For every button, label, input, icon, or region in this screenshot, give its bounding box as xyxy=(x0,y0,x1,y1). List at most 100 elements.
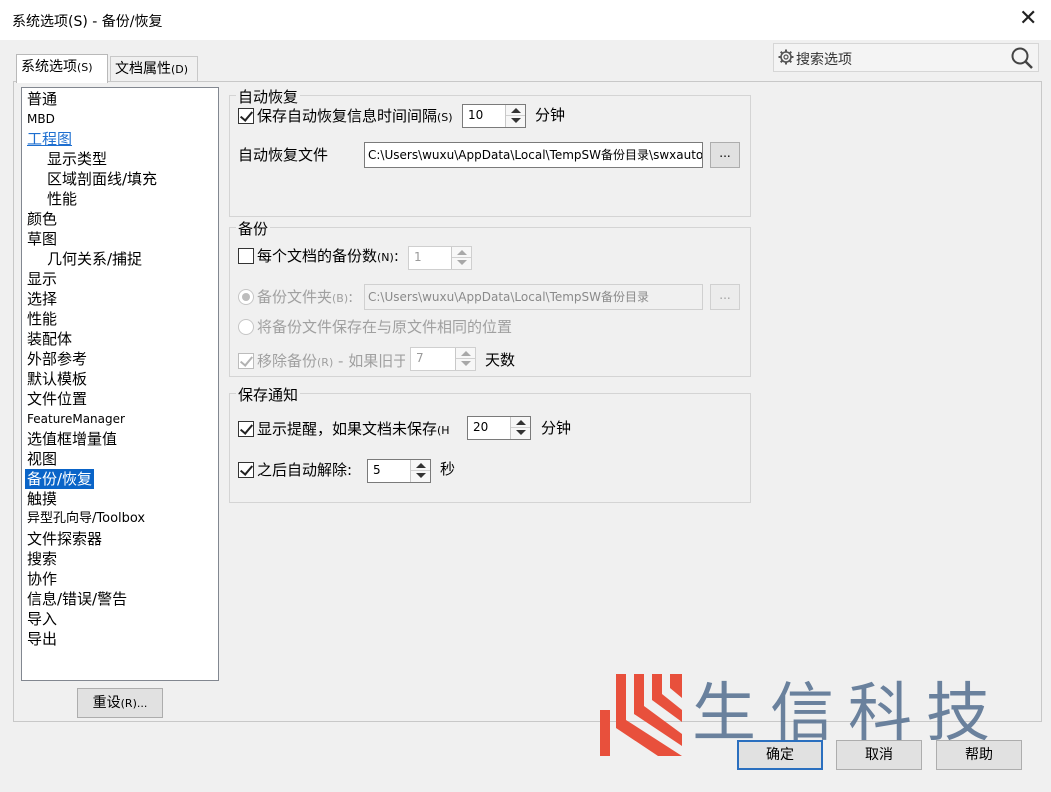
stepper-arrows[interactable] xyxy=(451,247,471,269)
stepper-arrows[interactable] xyxy=(410,460,430,482)
tree-item-performance[interactable]: 性能 xyxy=(27,309,57,329)
stepper-up-icon[interactable] xyxy=(461,351,471,356)
backup-same-location-radio[interactable] xyxy=(238,319,254,335)
tree-item-collaboration[interactable]: 协作 xyxy=(27,569,57,589)
search-options-box[interactable]: 搜索选项 xyxy=(773,43,1039,72)
help-button[interactable]: 帮助 xyxy=(936,740,1022,770)
tree-item-colors[interactable]: 颜色 xyxy=(27,209,57,229)
tree-item-file-locations[interactable]: 文件位置 xyxy=(27,389,87,409)
autorecover-label-text: 保存自动恢复信息时间间隔 xyxy=(257,107,438,125)
autorecover-file-label: 自动恢复文件 xyxy=(238,146,329,164)
remove-backups-days-stepper[interactable]: 7 xyxy=(410,347,476,371)
tab-key: (D) xyxy=(171,63,189,76)
window-title: 系统选项(S) - 备份/恢复 xyxy=(12,14,163,30)
backup-folder-field[interactable]: C:\Users\wuxu\AppData\Local\TempSW备份目录 xyxy=(364,284,703,310)
stepper-down-icon[interactable] xyxy=(511,118,521,123)
autorecover-browse-button[interactable]: ... xyxy=(710,142,740,168)
autorecover-label: 保存自动恢复信息时间间隔(S) xyxy=(257,106,453,128)
tree-item-touch[interactable]: 触摸 xyxy=(27,489,57,509)
close-icon[interactable]: ✕ xyxy=(1019,8,1037,30)
stepper-arrows[interactable] xyxy=(505,105,525,127)
backup-count-checkbox[interactable] xyxy=(238,248,254,264)
backup-count-label-key: (N) xyxy=(377,251,394,264)
backup-folder-browse-button[interactable]: ... xyxy=(710,284,740,310)
backup-folder-label: 备份文件夹(B): xyxy=(257,288,354,306)
remove-backups-label-key: (R) xyxy=(317,356,334,369)
tab-system-options[interactable]: 系统选项(S) xyxy=(16,54,108,83)
save-reminder-checkbox[interactable] xyxy=(238,421,254,437)
backup-count-value[interactable]: 1 xyxy=(414,250,422,264)
tree-item-search[interactable]: 搜索 xyxy=(27,549,57,569)
tree-item-featuremanager[interactable]: FeatureManager xyxy=(27,409,125,429)
auto-dismiss-value[interactable]: 5 xyxy=(373,463,381,477)
autorecover-interval-stepper[interactable]: 10 xyxy=(462,104,526,128)
title-bar: 系统选项(S) - 备份/恢复 ✕ xyxy=(0,0,1051,40)
save-reminder-label-key: (H xyxy=(437,424,450,437)
save-reminder-stepper[interactable]: 20 xyxy=(467,416,531,440)
autorecover-label-key: (S) xyxy=(437,111,453,124)
autorecover-interval-unit: 分钟 xyxy=(535,106,566,124)
tree-item-sketch[interactable]: 草图 xyxy=(27,229,57,249)
tree-item-display-style[interactable]: 显示类型 xyxy=(47,149,107,169)
reset-key: (R)... xyxy=(120,697,148,710)
options-tree[interactable]: 普通 MBD 工程图 显示类型 区域剖面线/填充 性能 颜色 草图 几何关系/捕… xyxy=(21,87,219,681)
autorecover-checkbox[interactable] xyxy=(238,108,254,124)
magnifier-icon[interactable] xyxy=(1010,46,1034,70)
reset-label: 重设 xyxy=(92,695,121,711)
autorecover-file-field[interactable]: C:\Users\wuxu\AppData\Local\TempSW备份目录\s… xyxy=(364,142,703,168)
backup-count-stepper[interactable]: 1 xyxy=(408,246,472,270)
stepper-up-icon[interactable] xyxy=(416,463,426,468)
backup-folder-radio[interactable] xyxy=(238,289,254,305)
tree-item-backup-recover[interactable]: 备份/恢复 xyxy=(25,469,95,489)
search-input[interactable]: 搜索选项 xyxy=(796,49,852,69)
stepper-arrows[interactable] xyxy=(510,417,530,439)
stepper-up-icon[interactable] xyxy=(457,250,467,255)
auto-dismiss-checkbox[interactable] xyxy=(238,462,254,478)
stepper-up-icon[interactable] xyxy=(511,108,521,113)
tree-item-drawing-performance[interactable]: 性能 xyxy=(47,189,77,209)
remove-backups-label-text: 移除备份 xyxy=(257,352,318,370)
stepper-down-icon[interactable] xyxy=(461,361,471,366)
tree-item-default-templates[interactable]: 默认模板 xyxy=(27,369,87,389)
tree-item-drawings[interactable]: 工程图 xyxy=(27,129,72,149)
remove-backups-days-unit: 天数 xyxy=(485,351,516,369)
backup-group-label: 备份 xyxy=(236,218,271,239)
tree-item-import[interactable]: 导入 xyxy=(27,609,57,629)
remove-backups-label: 移除备份(R) - 如果旧于 xyxy=(257,351,405,373)
tree-item-external-references[interactable]: 外部参考 xyxy=(27,349,87,369)
tree-item-file-explorer[interactable]: 文件探索器 xyxy=(27,529,102,549)
stepper-down-icon[interactable] xyxy=(516,430,526,435)
ok-button[interactable]: 确定 xyxy=(737,740,823,770)
stepper-arrows[interactable] xyxy=(455,348,475,370)
tab-key: (S) xyxy=(77,61,93,74)
tree-item-assemblies[interactable]: 装配体 xyxy=(27,329,72,349)
tree-item-messages-errors-warnings[interactable]: 信息/错误/警告 xyxy=(27,589,127,609)
tree-item-spin-box-increments[interactable]: 选值框增量值 xyxy=(27,429,117,449)
tree-item-general[interactable]: 普通 xyxy=(27,89,57,109)
auto-dismiss-label: 之后自动解除: xyxy=(257,461,353,479)
save-reminder-value[interactable]: 20 xyxy=(473,420,488,434)
stepper-down-icon[interactable] xyxy=(416,473,426,478)
save-reminder-label-text: 显示提醒，如果文档未保存 xyxy=(257,420,438,438)
tree-item-view[interactable]: 视图 xyxy=(27,449,57,469)
backup-count-label-text: 每个文档的备份数 xyxy=(257,247,378,265)
tree-item-mbd[interactable]: MBD xyxy=(27,109,55,129)
autorecover-interval-value[interactable]: 10 xyxy=(468,108,483,122)
remove-backups-days-value[interactable]: 7 xyxy=(416,351,424,365)
save-reminder-unit: 分钟 xyxy=(541,419,572,437)
auto-dismiss-stepper[interactable]: 5 xyxy=(367,459,431,483)
reset-button[interactable]: 重设(R)... xyxy=(77,688,163,718)
tree-item-selection[interactable]: 选择 xyxy=(27,289,57,309)
tree-item-export[interactable]: 导出 xyxy=(27,629,57,649)
cancel-button[interactable]: 取消 xyxy=(836,740,922,770)
tree-item-area-hatch[interactable]: 区域剖面线/填充 xyxy=(47,169,157,189)
company-logo-icon xyxy=(600,674,682,756)
stepper-down-icon[interactable] xyxy=(457,260,467,265)
remove-backups-checkbox[interactable] xyxy=(238,353,254,369)
save-notice-group-label: 保存通知 xyxy=(236,384,301,405)
stepper-up-icon[interactable] xyxy=(516,420,526,425)
tree-item-relations-snaps[interactable]: 几何关系/捕捉 xyxy=(47,249,142,269)
tree-item-hole-wizard-toolbox[interactable]: 异型孔向导/Toolbox xyxy=(27,509,145,529)
tree-item-display[interactable]: 显示 xyxy=(27,269,57,289)
tab-document-properties[interactable]: 文档属性(D) xyxy=(110,56,198,82)
